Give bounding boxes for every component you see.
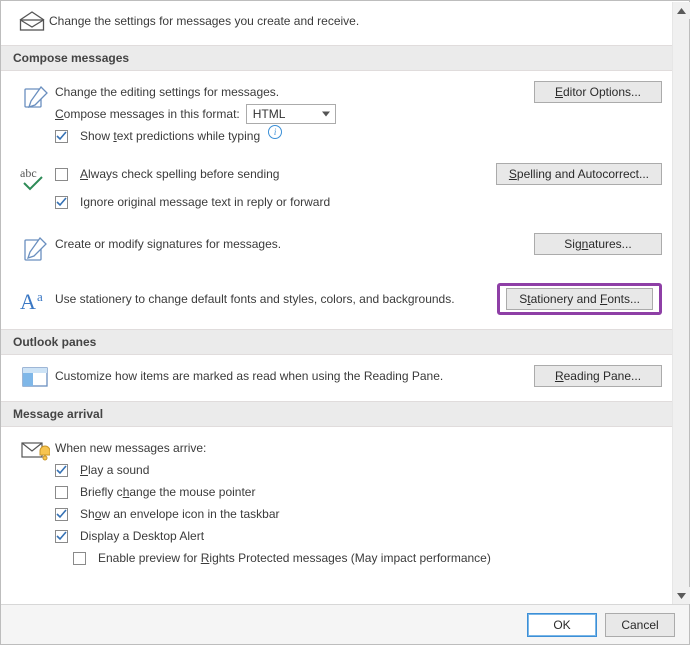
section-panes-body: Customize how items are marked as read w…: [1, 355, 672, 401]
stationery-highlight: Stationery and Fonts...: [497, 283, 662, 315]
svg-text:a: a: [37, 289, 43, 304]
dialog-footer: OK Cancel: [1, 604, 689, 644]
intro-text: Change the settings for messages you cre…: [49, 14, 359, 28]
row-stationery: A a Use stationery to change default fon…: [15, 279, 662, 319]
section-panes-header: Outlook panes: [1, 329, 672, 355]
edit-icon: [15, 81, 55, 111]
signature-icon: [15, 233, 55, 263]
envelope-label: Show an envelope icon in the taskbar: [80, 507, 280, 521]
signatures-button[interactable]: Signatures...: [534, 233, 662, 255]
svg-text:A: A: [20, 289, 36, 313]
always-spellcheck-label: Always check spelling before sending: [80, 167, 279, 181]
section-compose-header: Compose messages: [1, 45, 672, 71]
ignore-original-label: Ignore original message text in reply or…: [80, 195, 330, 209]
enable-preview-checkbox[interactable]: [73, 552, 86, 565]
scroll-up-arrow-icon[interactable]: [673, 2, 690, 19]
ignore-original-checkbox[interactable]: [55, 196, 68, 209]
ok-button[interactable]: OK: [527, 613, 597, 637]
show-predictions-label: Show text predictions while typing: [80, 129, 260, 143]
show-predictions-checkbox[interactable]: [55, 130, 68, 143]
compose-format-label: Compose messages in this format:: [55, 107, 240, 121]
section-compose-body: Change the editing settings for messages…: [1, 71, 672, 329]
vertical-scrollbar[interactable]: [672, 2, 689, 604]
options-dialog: Change the settings for messages you cre…: [0, 0, 690, 645]
section-arrival-body: When new messages arrive: Play a sound: [1, 427, 672, 583]
play-sound-checkbox[interactable]: [55, 464, 68, 477]
scroll-down-arrow-icon[interactable]: [673, 587, 690, 604]
cancel-label: Cancel: [621, 618, 658, 632]
editor-options-button[interactable]: Editor Options...: [534, 81, 662, 103]
arrival-icon: [15, 437, 55, 463]
spellcheck-icon: abc: [15, 163, 55, 191]
content: Change the settings for messages you cre…: [1, 1, 672, 583]
envelope-checkbox[interactable]: [55, 508, 68, 521]
compose-format-value: HTML: [253, 107, 286, 121]
spelling-autocorrect-button[interactable]: Spelling and Autocorrect...: [496, 163, 662, 185]
row-arrival: When new messages arrive: Play a sound: [15, 433, 662, 573]
reading-pane-icon: [15, 365, 55, 387]
always-spellcheck-checkbox[interactable]: [55, 168, 68, 181]
signature-desc: Create or modify signatures for messages…: [55, 237, 281, 251]
ok-label: OK: [553, 618, 570, 632]
fonts-icon: A a: [15, 285, 55, 313]
envelope-open-icon: [19, 11, 49, 31]
enable-preview-label: Enable preview for Rights Protected mess…: [98, 551, 491, 565]
arrival-lead: When new messages arrive:: [55, 441, 206, 455]
desktop-alert-label: Display a Desktop Alert: [80, 529, 204, 543]
change-pointer-checkbox[interactable]: [55, 486, 68, 499]
edit-desc: Change the editing settings for messages…: [55, 85, 279, 99]
row-spelling: abc Always check spelling before sending: [15, 159, 662, 217]
change-pointer-label: Briefly change the mouse pointer: [80, 485, 255, 499]
scroll-area: Change the settings for messages you cre…: [1, 1, 689, 604]
section-arrival-header: Message arrival: [1, 401, 672, 427]
reading-pane-button[interactable]: Reading Pane...: [534, 365, 662, 387]
cancel-button[interactable]: Cancel: [605, 613, 675, 637]
info-icon[interactable]: i: [268, 125, 282, 139]
stationery-desc: Use stationery to change default fonts a…: [55, 292, 455, 306]
play-sound-label: Play a sound: [80, 463, 149, 477]
desktop-alert-checkbox[interactable]: [55, 530, 68, 543]
compose-format-combo[interactable]: HTML: [246, 104, 336, 124]
row-signatures: Create or modify signatures for messages…: [15, 229, 662, 267]
stationery-fonts-button[interactable]: Stationery and Fonts...: [506, 288, 653, 310]
svg-text:abc: abc: [20, 166, 37, 180]
intro-row: Change the settings for messages you cre…: [1, 1, 672, 45]
row-editing: Change the editing settings for messages…: [15, 77, 662, 151]
row-reading-pane: Customize how items are marked as read w…: [15, 361, 662, 391]
reading-pane-desc: Customize how items are marked as read w…: [55, 369, 443, 383]
